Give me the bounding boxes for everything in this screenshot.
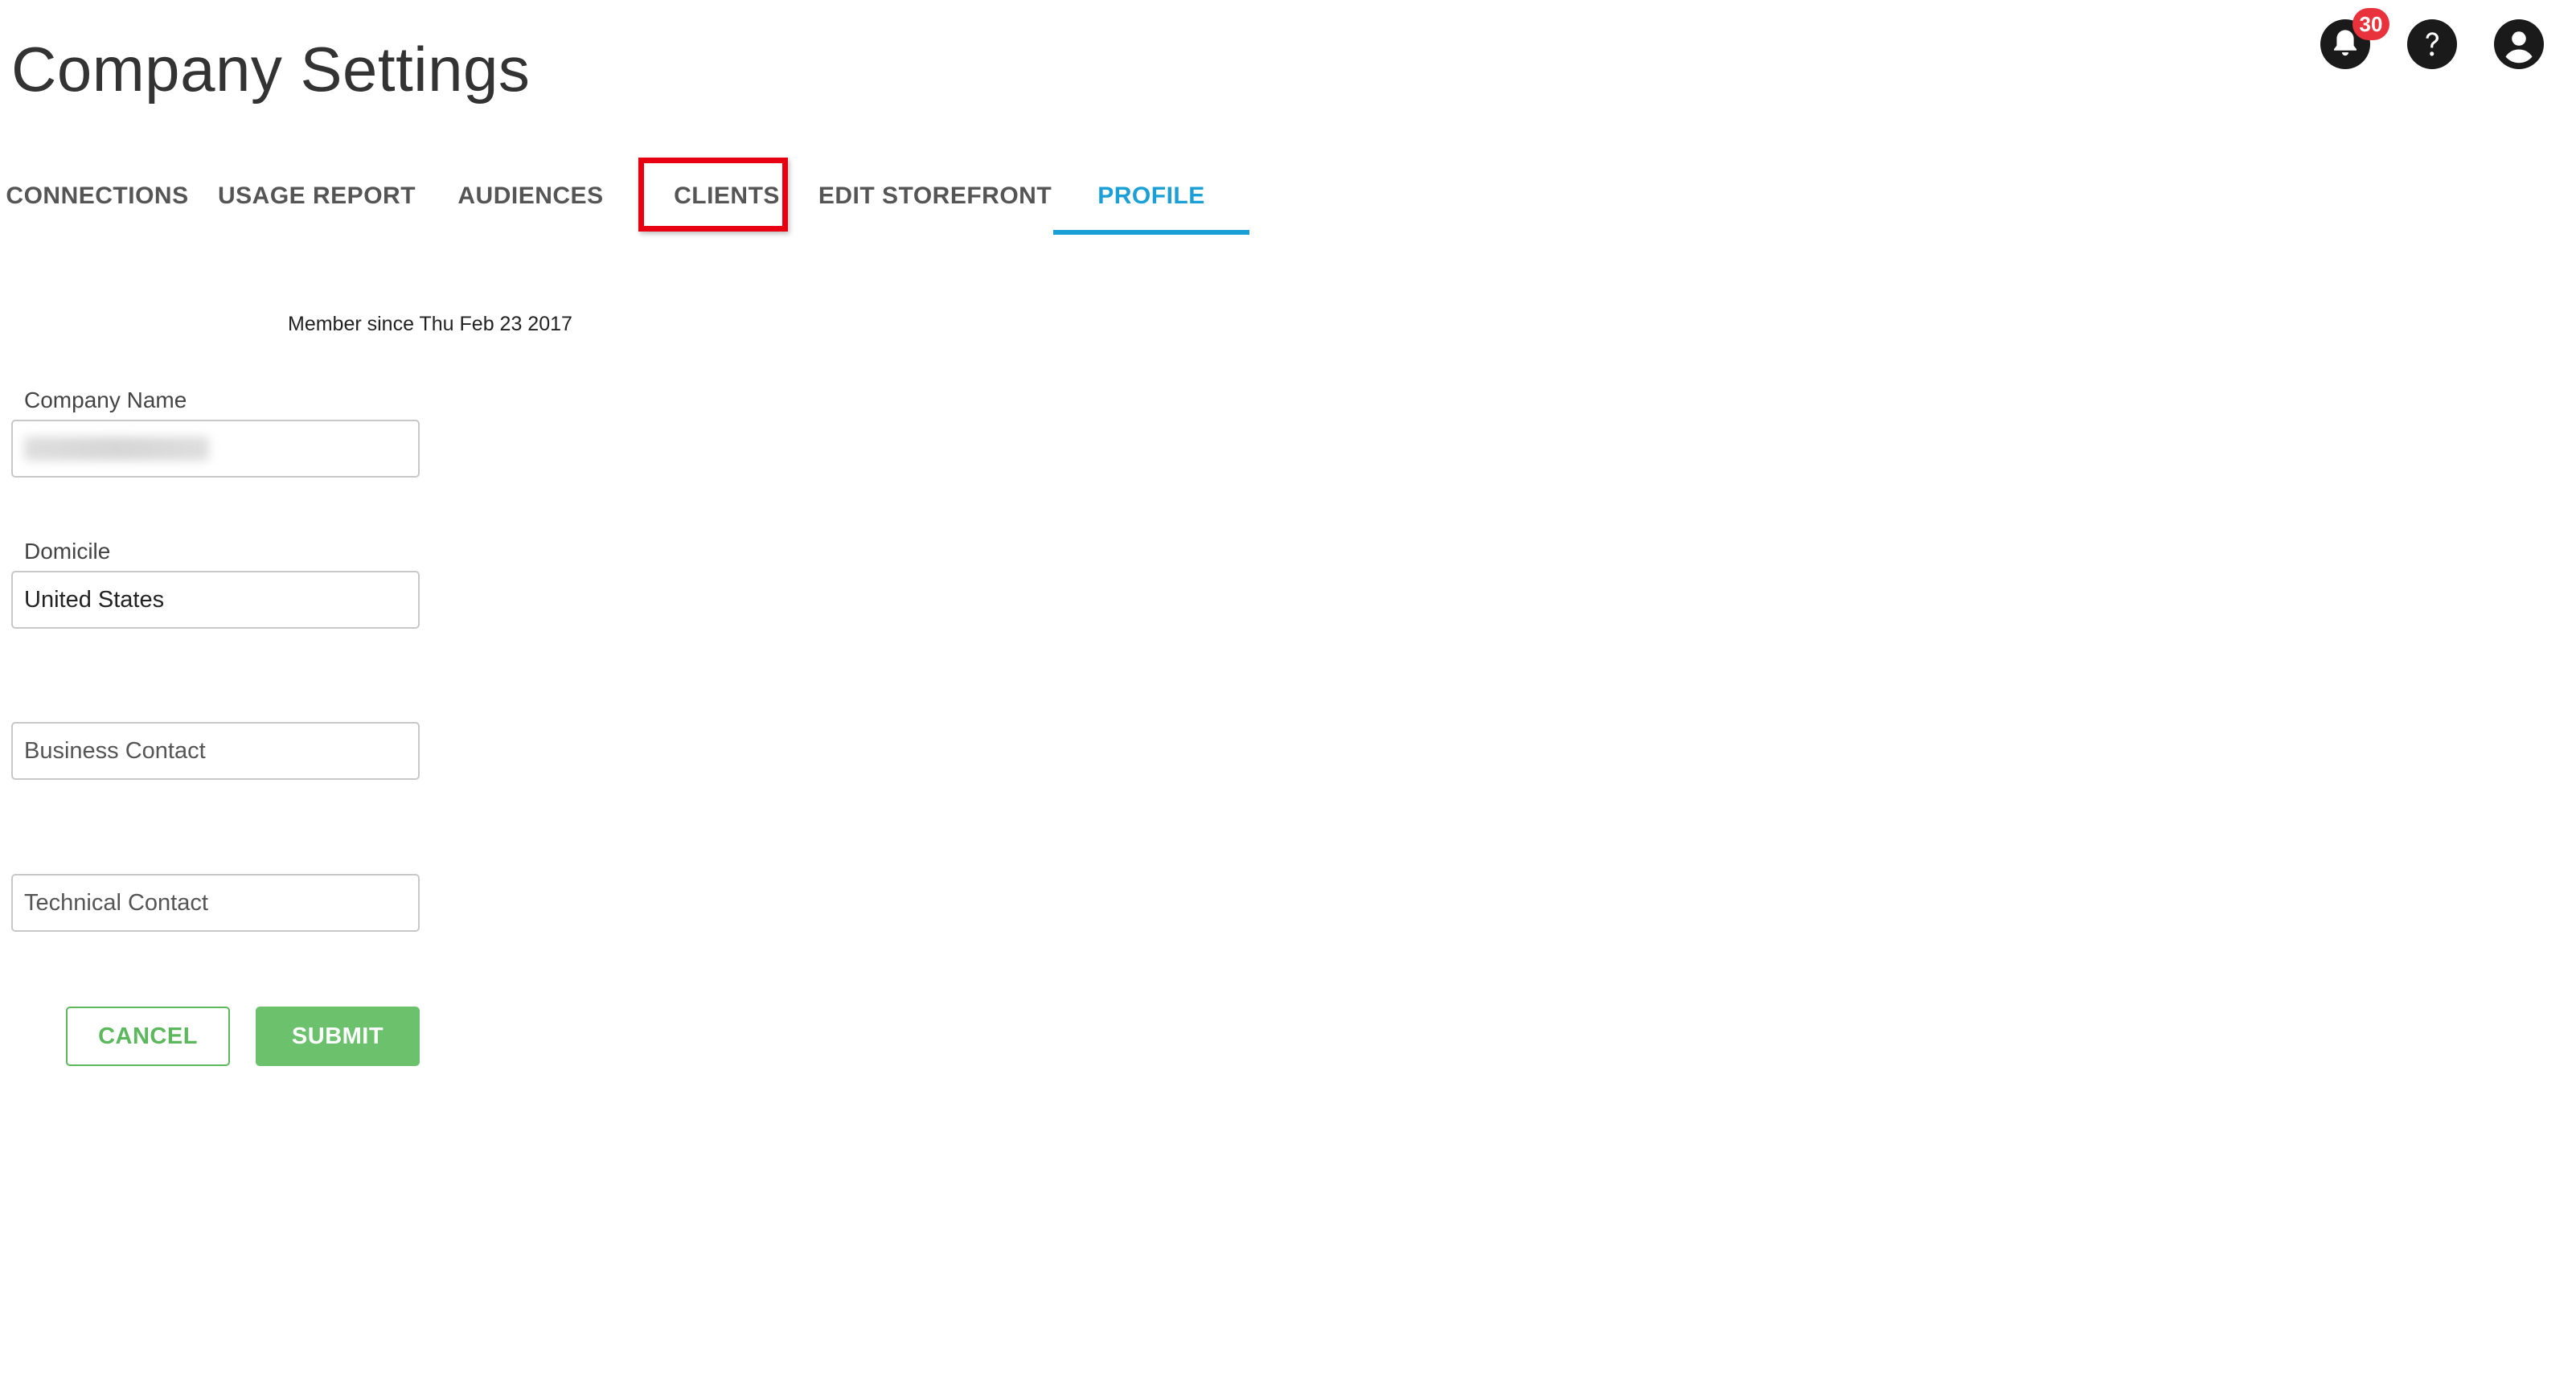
company-header: Member since Thu Feb 23 2017 xyxy=(11,304,572,344)
company-name-label: Company Name xyxy=(24,388,187,412)
company-name-redaction xyxy=(24,437,209,461)
business-contact-input[interactable] xyxy=(11,722,420,780)
tab-profile-label: PROFILE xyxy=(1097,183,1205,209)
help-button[interactable] xyxy=(2407,19,2457,69)
domicile-input[interactable] xyxy=(11,571,420,629)
company-settings-page: Company Settings 30 CONNECTIONS USAGE RE… xyxy=(0,0,2576,1378)
domicile-label: Domicile xyxy=(24,539,111,564)
active-tab-underline xyxy=(1053,230,1249,235)
member-since-text: Member since Thu Feb 23 2017 xyxy=(288,312,572,335)
tab-clients[interactable]: CLIENTS xyxy=(661,158,793,235)
technical-contact-input[interactable] xyxy=(11,874,420,932)
tab-connections[interactable]: CONNECTIONS xyxy=(6,158,188,235)
submit-button[interactable]: SUBMIT xyxy=(256,1007,420,1066)
account-circle-icon xyxy=(2494,19,2544,69)
notifications-button[interactable]: 30 xyxy=(2320,8,2389,69)
page-title: Company Settings xyxy=(11,34,531,105)
help-circle-icon xyxy=(2407,19,2457,69)
company-name-heading xyxy=(11,304,260,344)
account-button[interactable] xyxy=(2494,19,2544,69)
header-icons: 30 xyxy=(2320,8,2544,69)
tab-edit-storefront[interactable]: EDIT STOREFRONT xyxy=(818,158,1052,235)
tab-audiences[interactable]: AUDIENCES xyxy=(450,158,611,235)
tab-usage-report[interactable]: USAGE REPORT xyxy=(218,158,416,235)
cancel-button[interactable]: CANCEL xyxy=(66,1007,230,1066)
notification-count-badge: 30 xyxy=(2352,8,2389,40)
tab-profile[interactable]: PROFILE xyxy=(1053,158,1249,235)
